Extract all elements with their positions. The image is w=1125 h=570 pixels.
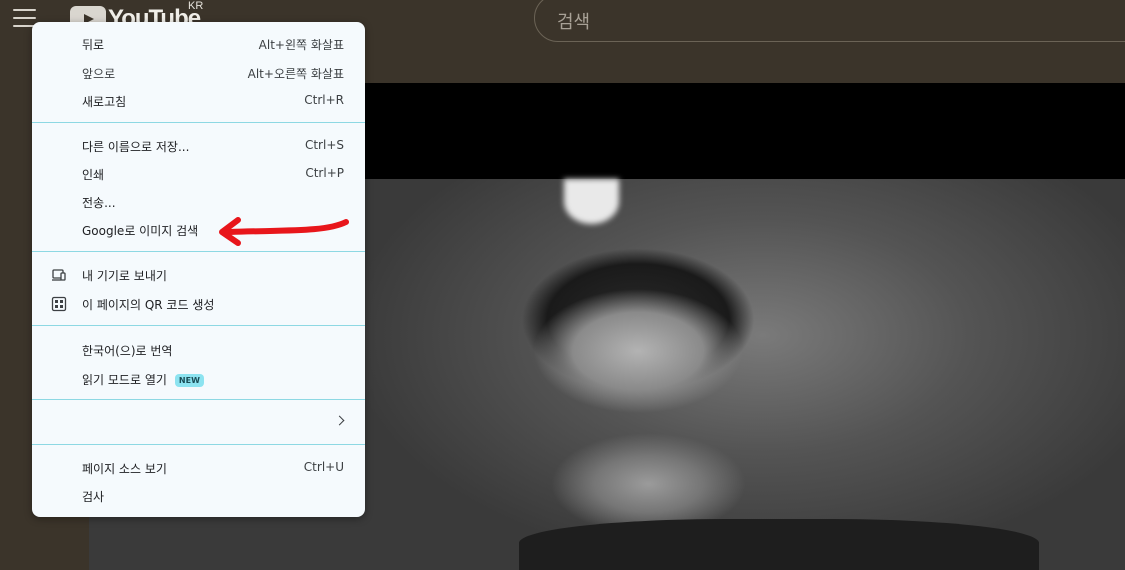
device-send-icon [52,269,66,281]
menu-item-label: 뒤로 [82,38,105,52]
menu-item-submenu[interactable] [32,408,365,436]
menu-item-forward[interactable]: 앞으로 Alt+오른쪽 화살표 [32,59,365,87]
menu-item-label: 페이지 소스 보기 [82,462,167,476]
menu-item-label: 한국어(으)로 번역 [82,344,173,358]
menu-item-shortcut: Alt+왼쪽 화살표 [258,38,344,52]
menu-item-translate[interactable]: 한국어(으)로 번역 [32,336,365,364]
menu-item-back[interactable]: 뒤로 Alt+왼쪽 화살표 [32,30,365,58]
menu-separator [32,251,365,252]
menu-item-qr-code[interactable]: 이 페이지의 QR 코드 생성 [32,290,365,318]
menu-separator [32,399,365,400]
country-code: KR [188,0,204,12]
menu-item-send-to-device[interactable]: 내 기기로 보내기 [32,261,365,289]
menu-item-save-as[interactable]: 다른 이름으로 저장... Ctrl+S [32,132,365,160]
chevron-right-icon [334,415,345,426]
menu-item-label: 읽기 모드로 열기 NEW [82,371,204,388]
search-input[interactable]: 검색 [534,0,1125,42]
context-menu: 뒤로 Alt+왼쪽 화살표 앞으로 Alt+오른쪽 화살표 새로고침 Ctrl+… [32,22,365,517]
menu-item-inspect[interactable]: 검사 [32,482,365,510]
menu-item-label: 다른 이름으로 저장... [82,140,190,154]
menu-item-shortcut: Ctrl+U [303,460,344,474]
menu-item-label: 내 기기로 보내기 [82,269,167,283]
menu-item-reading-mode[interactable]: 읽기 모드로 열기 NEW [32,365,365,393]
menu-item-label: 새로고침 [82,95,127,109]
menu-item-label: 앞으로 [82,67,116,81]
menu-item-label: 전송... [82,196,116,210]
menu-item-shortcut: Ctrl+S [304,138,344,152]
qr-code-icon [51,296,67,312]
menu-item-label: 검사 [82,490,105,504]
menu-item-label: Google로 이미지 검색 [82,224,199,238]
menu-item-print[interactable]: 인쇄 Ctrl+P [32,160,365,188]
menu-separator [32,325,365,326]
new-badge: NEW [174,374,204,387]
menu-item-view-source[interactable]: 페이지 소스 보기 Ctrl+U [32,454,365,482]
menu-separator [32,122,365,123]
search-placeholder: 검색 [557,12,591,33]
menu-item-shortcut: Ctrl+P [305,166,344,180]
menu-item-label: 이 페이지의 QR 코드 생성 [82,298,215,312]
menu-item-shortcut: Ctrl+R [304,93,344,107]
menu-item-reload[interactable]: 새로고침 Ctrl+R [32,87,365,115]
menu-item-shortcut: Alt+오른쪽 화살표 [247,67,344,81]
menu-item-label: 인쇄 [82,168,105,182]
menu-separator [32,444,365,445]
red-arrow-annotation [219,217,349,246]
